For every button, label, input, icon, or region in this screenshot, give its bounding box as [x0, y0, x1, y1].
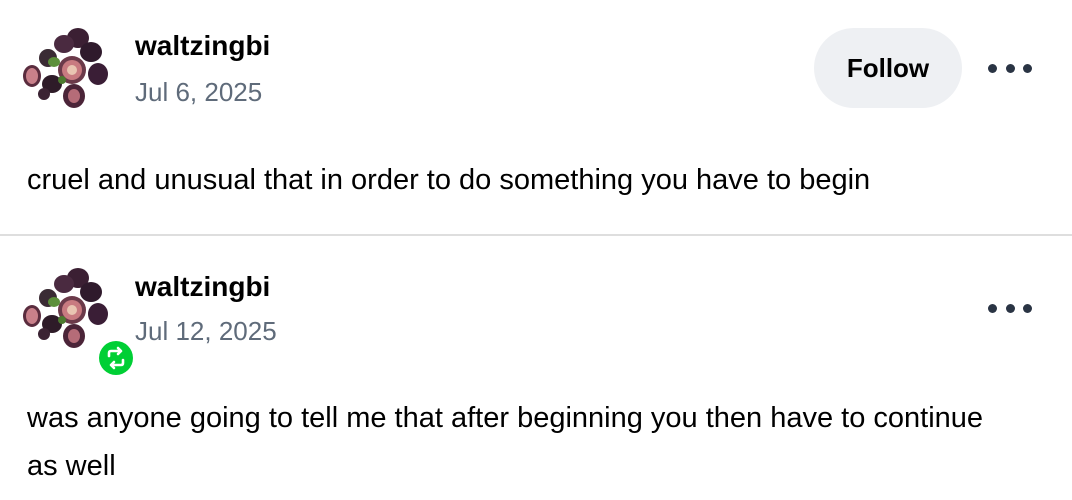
post-date[interactable]: Jul 12, 2025: [135, 316, 277, 346]
username[interactable]: waltzingbi: [135, 30, 270, 62]
post-body: cruel and unusual that in order to do so…: [27, 164, 871, 196]
dot: [1023, 63, 1032, 73]
username[interactable]: waltzingbi: [135, 271, 270, 303]
fig-cluster-icon: [23, 28, 108, 108]
reblog-icon: [99, 341, 133, 375]
avatar[interactable]: [18, 22, 114, 118]
reblog-badge: [96, 338, 136, 378]
post: waltzingbi Jul 12, 2025 was anyone going…: [0, 236, 1072, 500]
follow-button[interactable]: Follow: [814, 28, 962, 108]
dot: [1005, 303, 1015, 313]
dot: [1005, 63, 1015, 73]
more-options-icon[interactable]: [988, 56, 1032, 80]
avatar[interactable]: [18, 262, 136, 378]
dot: [988, 303, 997, 313]
post-body: was anyone going to tell me that after b…: [27, 402, 984, 482]
more-options-icon[interactable]: [988, 296, 1032, 320]
dot: [1023, 303, 1032, 313]
post-date[interactable]: Jul 6, 2025: [135, 77, 262, 107]
dot: [988, 63, 997, 73]
post: waltzingbi Jul 6, 2025 Follow cruel and …: [0, 0, 1072, 234]
